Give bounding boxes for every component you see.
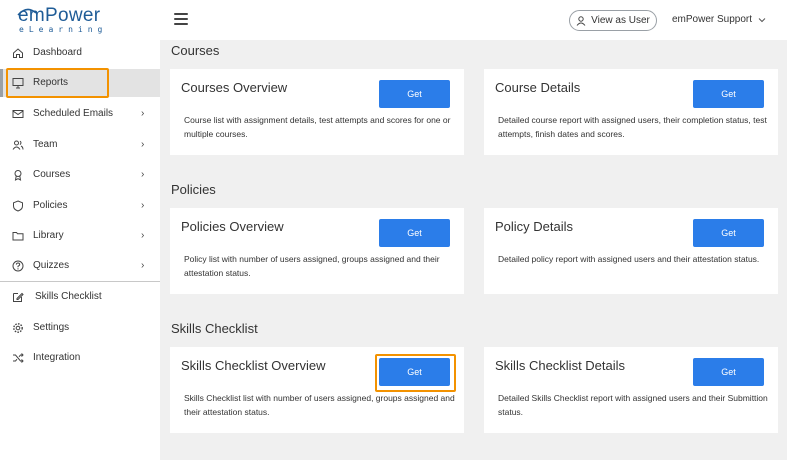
users-icon — [12, 140, 24, 150]
card-title: Skills Checklist Details — [495, 358, 626, 373]
edit-icon — [13, 292, 24, 302]
sidebar-item-quizzes[interactable]: Quizzes › — [0, 252, 160, 280]
top-header: emPower eLearning View as User emPower S… — [0, 0, 787, 40]
user-name: emPower Support — [672, 14, 753, 25]
card-title: Policies Overview — [181, 219, 284, 234]
sidebar-item-label: Dashboard — [33, 47, 82, 58]
card-title: Skills Checklist Overview — [181, 358, 326, 373]
sidebar-divider — [0, 281, 160, 282]
chevron-right-icon: › — [141, 260, 145, 271]
sidebar-item-label: Policies — [33, 200, 68, 211]
chevron-right-icon: › — [141, 108, 145, 119]
sidebar-item-policies[interactable]: Policies › — [0, 192, 160, 220]
sidebar-item-label: Scheduled Emails — [33, 108, 114, 119]
get-skills-checklist-details-button[interactable]: Get — [693, 358, 764, 386]
card-skills-checklist-details: Skills Checklist Details Get Detailed Sk… — [484, 347, 778, 433]
card-policy-details: Policy Details Get Detailed policy repor… — [484, 208, 778, 294]
get-courses-overview-button[interactable]: Get — [379, 80, 450, 108]
card-description: Detailed Skills Checklist report with as… — [498, 393, 768, 417]
sidebar-item-label: Integration — [33, 352, 81, 363]
reports-highlight — [6, 68, 109, 98]
card-policies-overview: Policies Overview Get Policy list with n… — [170, 208, 464, 294]
card-title: Policy Details — [495, 219, 574, 234]
sidebar-item-skills-checklist[interactable]: Skills Checklist — [0, 283, 160, 311]
section-title-skills-checklist: Skills Checklist — [171, 321, 258, 336]
menu-toggle-icon[interactable] — [174, 13, 188, 25]
card-description: Detailed policy report with assigned use… — [498, 254, 760, 264]
chevron-down-icon — [758, 17, 766, 22]
card-course-details: Course Details Get Detailed course repor… — [484, 69, 778, 155]
section-title-courses: Courses — [171, 43, 220, 58]
sidebar-item-scheduled-emails[interactable]: Scheduled Emails › — [0, 100, 160, 128]
sidebar-item-integration[interactable]: Integration — [0, 344, 160, 372]
sidebar-item-library[interactable]: Library › — [0, 222, 160, 250]
award-icon — [14, 170, 22, 181]
chevron-right-icon: › — [141, 169, 145, 180]
sidebar-item-label: Library — [33, 230, 64, 241]
shield-icon — [13, 200, 23, 212]
logo-main-text: emPower — [18, 5, 101, 26]
chevron-right-icon: › — [141, 139, 145, 150]
logo-sub-text: eLearning — [19, 25, 108, 34]
sidebar-item-courses[interactable]: Courses › — [0, 161, 160, 189]
user-menu[interactable]: emPower Support — [672, 14, 766, 25]
sidebar-item-label: Courses — [33, 169, 71, 180]
shuffle-icon — [13, 353, 24, 363]
view-as-user-button[interactable]: View as User — [569, 10, 657, 31]
sidebar-item-settings[interactable]: Settings — [0, 314, 160, 342]
view-as-user-label: View as User — [591, 15, 650, 26]
chevron-right-icon: › — [141, 230, 145, 241]
sidebar-item-label: Team — [33, 139, 58, 150]
home-icon — [13, 48, 23, 58]
get-course-details-button[interactable]: Get — [693, 80, 764, 108]
sidebar-item-label: Skills Checklist — [35, 291, 102, 302]
card-description: Skills Checklist list with number of use… — [184, 393, 455, 417]
card-title: Course Details — [495, 80, 581, 95]
chevron-right-icon: › — [141, 200, 145, 211]
card-title: Courses Overview — [181, 80, 288, 95]
sidebar-item-label: Quizzes — [33, 260, 70, 271]
section-title-policies: Policies — [171, 182, 216, 197]
sidebar-item-label: Settings — [33, 322, 70, 333]
get-policy-details-button[interactable]: Get — [693, 219, 764, 247]
question-icon — [12, 260, 24, 272]
get-policies-overview-button[interactable]: Get — [379, 219, 450, 247]
empower-logo[interactable]: emPower eLearning — [16, 5, 120, 35]
card-courses-overview: Courses Overview Get Course list with as… — [170, 69, 464, 155]
card-description: Detailed course report with assigned use… — [498, 115, 767, 139]
card-description: Course list with assignment details, tes… — [184, 115, 451, 139]
get-button-highlight — [375, 354, 456, 392]
sidebar-item-dashboard[interactable]: Dashboard — [0, 39, 160, 67]
envelope-icon — [12, 110, 24, 118]
sidebar-item-team[interactable]: Team › — [0, 131, 160, 159]
user-icon — [576, 15, 586, 26]
gear-icon — [13, 323, 23, 333]
folder-icon — [12, 232, 24, 241]
card-description: Policy list with number of users assigne… — [184, 254, 440, 278]
